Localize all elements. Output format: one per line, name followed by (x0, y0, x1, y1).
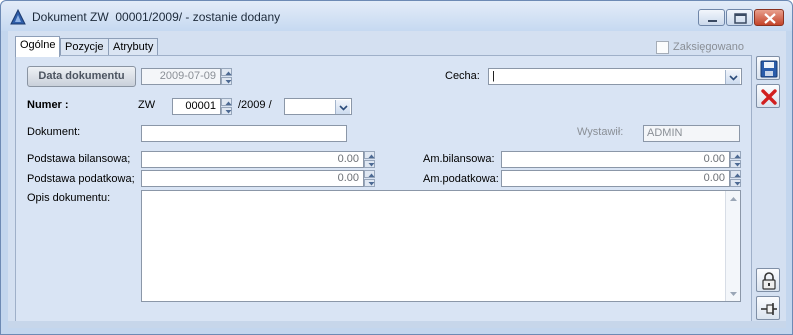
dokument-label: Dokument: (27, 126, 81, 138)
cecha-value: | (492, 70, 495, 82)
wystawil-label: Wystawił: (577, 126, 624, 138)
document-window: Dokument ZW 00001/2009/ - zostanie dodan… (0, 0, 793, 335)
status-bar (8, 321, 786, 328)
opis-dokumentu-label: Opis dokumentu: (27, 192, 111, 204)
cancel-icon (761, 89, 777, 105)
cecha-combo[interactable]: | (488, 68, 742, 85)
save-icon (760, 60, 778, 78)
podstawa-bilansowa-spinner[interactable] (364, 151, 375, 168)
numer-label: Numer : (27, 99, 69, 111)
podstawa-podatkowa-label: Podstawa podatkowa; (27, 173, 135, 185)
numer-year: /2009 / (238, 99, 272, 111)
am-bilansowa-field[interactable]: 0.00 (501, 151, 730, 168)
close-icon (764, 13, 776, 24)
data-dokumentu-spinner[interactable] (221, 68, 232, 85)
maximize-button[interactable] (726, 9, 753, 26)
pin-button[interactable] (756, 296, 780, 320)
cancel-button[interactable] (756, 84, 780, 108)
title-bar[interactable]: Dokument ZW 00001/2009/ - zostanie dodan… (1, 1, 792, 31)
opis-scrollbar[interactable] (725, 191, 740, 301)
numer-suffix-dropdown-button[interactable] (335, 100, 350, 114)
tab-pozycje[interactable]: Pozycje (60, 38, 109, 56)
am-podatkowa-label: Am.podatkowa: (423, 173, 499, 185)
numer-prefix: ZW (138, 99, 156, 111)
opis-dokumentu-textarea[interactable] (141, 190, 741, 302)
minimize-icon (708, 20, 717, 22)
tab-atrybuty[interactable]: Atrybuty (108, 38, 159, 56)
cecha-dropdown-button[interactable] (725, 70, 740, 84)
am-podatkowa-field[interactable]: 0.00 (501, 170, 730, 187)
tab-label: Pozycje (65, 41, 104, 53)
chevron-down-icon (339, 105, 348, 111)
tab-ogolne[interactable]: Ogólne (15, 36, 61, 57)
zaksiegowano-label: Zaksięgowano (673, 41, 744, 53)
numer-suffix-combo[interactable] (284, 98, 352, 115)
tab-label: Atrybuty (113, 41, 154, 53)
window-title: Dokument ZW 00001/2009/ - zostanie dodan… (32, 10, 281, 24)
podstawa-podatkowa-spinner[interactable] (364, 170, 375, 187)
chevron-down-icon (729, 75, 738, 81)
wystawil-field: ADMIN (643, 125, 740, 142)
lock-button[interactable] (756, 268, 780, 292)
am-bilansowa-label: Am.bilansowa: (423, 153, 495, 165)
data-dokumentu-field[interactable]: 2009-07-09 (141, 68, 221, 85)
pin-icon (761, 303, 777, 315)
am-podatkowa-spinner[interactable] (730, 170, 741, 187)
podstawa-bilansowa-label: Podstawa bilansowa; (27, 153, 131, 165)
zaksiegowano-checkbox[interactable] (656, 41, 669, 54)
cecha-label: Cecha: (445, 70, 480, 82)
close-button[interactable] (754, 9, 784, 26)
podstawa-bilansowa-field[interactable]: 0.00 (141, 151, 364, 168)
data-dokumentu-button[interactable]: Data dokumentu (27, 66, 136, 87)
numer-spinner[interactable] (221, 98, 232, 115)
am-bilansowa-spinner[interactable] (730, 151, 741, 168)
dokument-field[interactable] (141, 125, 347, 142)
minimize-button[interactable] (698, 9, 725, 26)
save-button[interactable] (756, 56, 780, 80)
lock-icon (762, 272, 776, 290)
scroll-arrows-icon (730, 197, 737, 296)
tab-label: Ogólne (20, 39, 56, 51)
podstawa-podatkowa-field[interactable]: 0.00 (141, 170, 364, 187)
triangle-app-icon (10, 8, 26, 25)
numer-field[interactable]: 00001 (172, 98, 221, 115)
maximize-icon (734, 13, 747, 24)
